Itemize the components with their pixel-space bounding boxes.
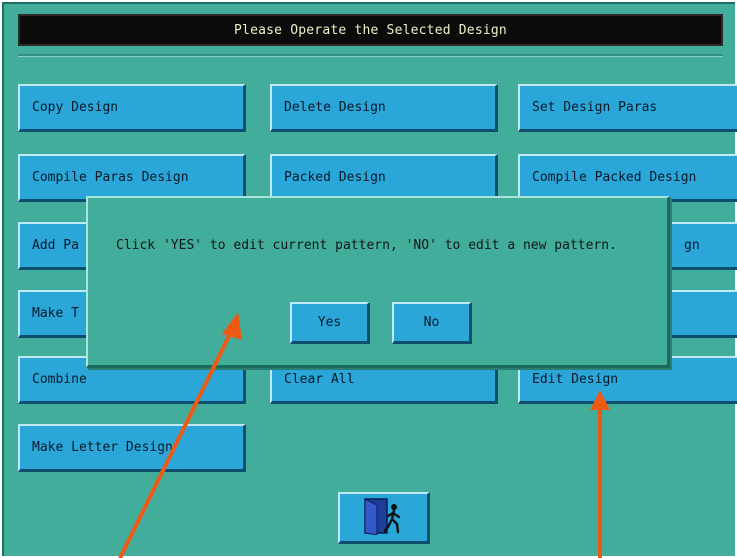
dialog-message: Click 'YES' to edit current pattern, 'NO… bbox=[116, 238, 617, 253]
confirm-dialog: Click 'YES' to edit current pattern, 'NO… bbox=[86, 196, 670, 368]
set-design-paras-button[interactable]: Set Design Paras bbox=[518, 84, 737, 132]
yes-button[interactable]: Yes bbox=[290, 302, 370, 344]
copy-design-button[interactable]: Copy Design bbox=[18, 84, 246, 132]
header-divider bbox=[18, 54, 723, 57]
exit-button[interactable] bbox=[338, 492, 430, 544]
packed-design-button[interactable]: Packed Design bbox=[270, 154, 498, 202]
make-letter-design-button[interactable]: Make Letter Design bbox=[18, 424, 246, 472]
compile-paras-design-button[interactable]: Compile Paras Design bbox=[18, 154, 246, 202]
page-title-text: Please Operate the Selected Design bbox=[234, 22, 507, 38]
delete-design-button[interactable]: Delete Design bbox=[270, 84, 498, 132]
page-title: Please Operate the Selected Design bbox=[18, 14, 723, 46]
compile-packed-design-button[interactable]: Compile Packed Design bbox=[518, 154, 737, 202]
exit-door-icon bbox=[361, 497, 407, 538]
no-button[interactable]: No bbox=[392, 302, 472, 344]
